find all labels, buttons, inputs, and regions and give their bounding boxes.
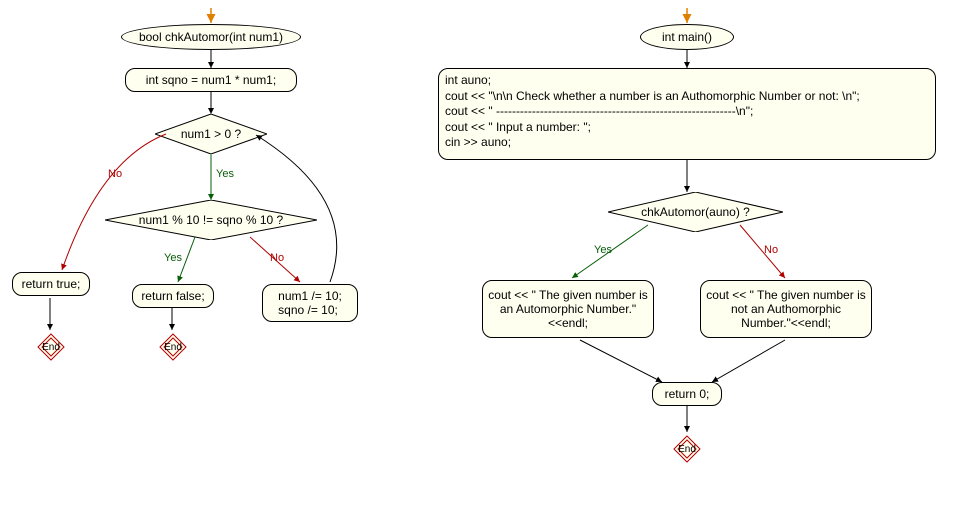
end-right: End	[672, 434, 702, 464]
label-no-2: No	[270, 252, 284, 264]
out-yes: cout << " The given number is an Automor…	[482, 280, 654, 338]
label-yes-2: Yes	[164, 252, 182, 264]
func-signature-right-text: int main()	[662, 30, 712, 44]
cond-chkautomor-text: chkAutomor(auno) ?	[637, 205, 754, 219]
end-left-1-text: End	[42, 342, 60, 353]
stmt-sqno-text: int sqno = num1 * num1;	[146, 73, 276, 87]
end-left-2: End	[158, 332, 188, 362]
label-no-r: No	[764, 244, 778, 256]
label-yes-r: Yes	[594, 244, 612, 256]
stmt-sqno: int sqno = num1 * num1;	[125, 68, 297, 92]
return-0: return 0;	[652, 382, 722, 406]
out-no: cout << " The given number is not an Aut…	[700, 280, 872, 338]
func-signature-left: bool chkAutomor(int num1)	[121, 24, 301, 50]
cond-mod-text: num1 % 10 != sqno % 10 ?	[135, 213, 287, 227]
return-true-text: return true;	[22, 277, 81, 291]
label-no-1: No	[108, 168, 122, 180]
cond-chkautomor: chkAutomor(auno) ?	[608, 192, 783, 232]
return-false-text: return false;	[141, 289, 204, 303]
update-block: num1 /= 10; sqno /= 10;	[262, 284, 358, 322]
cond-num1-gt0-text: num1 > 0 ?	[177, 127, 245, 141]
cond-mod: num1 % 10 != sqno % 10 ?	[105, 200, 317, 240]
out-no-text: cout << " The given number is not an Aut…	[705, 288, 867, 330]
update-block-text: num1 /= 10; sqno /= 10;	[278, 289, 342, 317]
init-block-text: int auno; cout << "\n\n Check whether a …	[445, 73, 860, 151]
cond-num1-gt0: num1 > 0 ?	[155, 114, 267, 154]
func-signature-text: bool chkAutomor(int num1)	[139, 30, 283, 44]
return-0-text: return 0;	[665, 387, 710, 401]
return-true: return true;	[12, 272, 90, 296]
init-block: int auno; cout << "\n\n Check whether a …	[438, 68, 936, 160]
label-yes-1: Yes	[216, 168, 234, 180]
end-left-1: End	[36, 332, 66, 362]
end-right-text: End	[678, 444, 696, 455]
func-signature-right: int main()	[640, 24, 734, 50]
out-yes-text: cout << " The given number is an Automor…	[487, 288, 649, 330]
end-left-2-text: End	[164, 342, 182, 353]
return-false: return false;	[132, 284, 214, 308]
